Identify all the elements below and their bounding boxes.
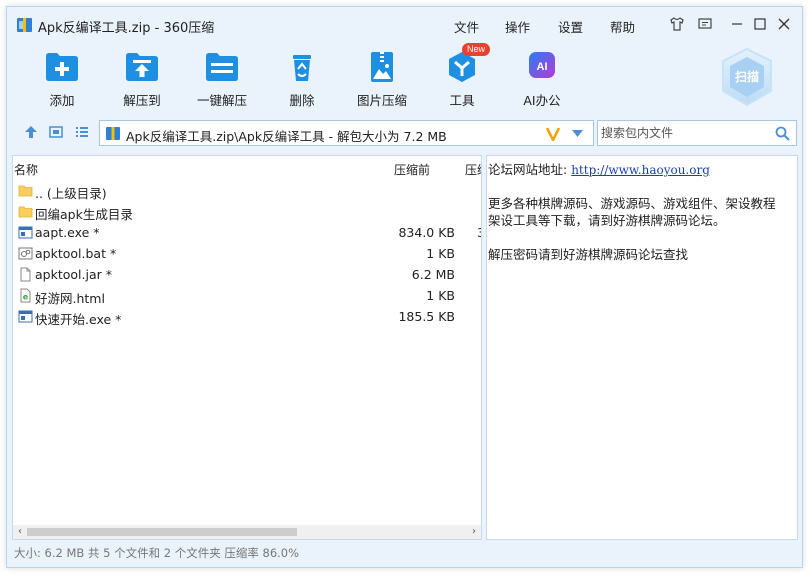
scroll-right-icon[interactable]: › [467, 525, 481, 539]
extract-folder-icon [126, 53, 158, 81]
menu-help[interactable]: 帮助 [610, 17, 635, 36]
image-compress-button[interactable]: 图片压缩 [347, 47, 417, 108]
one-click-extract-icon [206, 53, 238, 81]
file-row[interactable]: 回编apk生成目录 [13, 201, 481, 222]
maximize-icon[interactable] [752, 16, 768, 32]
search-icon[interactable] [775, 126, 790, 141]
html-icon: e [20, 288, 31, 303]
scan-shield-icon: 扫描 [722, 47, 772, 107]
delete-button[interactable]: 删除 [267, 47, 337, 108]
file-row[interactable]: 快速开始.exe * 185.5 KB [13, 306, 481, 327]
forum-label: 论坛网站地址: [488, 162, 568, 177]
delete-label: 删除 [289, 93, 315, 108]
column-header-after[interactable]: 压缩 [465, 161, 481, 178]
file-size: 185.5 KB [398, 309, 455, 324]
file-icon [20, 267, 31, 282]
file-name: apktool.bat * [35, 246, 117, 261]
recycle-bin-icon [293, 55, 311, 81]
title-bar: Apk反编译工具.zip - 360压缩 文件 操作 设置 帮助 [7, 7, 802, 43]
path-v-icon[interactable] [546, 127, 560, 141]
menu-operate[interactable]: 操作 [505, 17, 530, 36]
extract-to-button[interactable]: 解压到 [107, 47, 177, 108]
folder-icon [18, 206, 33, 218]
file-name: 好游网.html [35, 291, 105, 306]
file-name: aapt.exe * [35, 225, 100, 240]
scrollbar-thumb[interactable] [27, 528, 297, 536]
exe-icon [18, 310, 33, 323]
app-window: Apk反编译工具.zip - 360压缩 文件 操作 设置 帮助 添加 解压到 … [6, 6, 803, 568]
info-text: 解压密码请到好游棋牌源码论坛查找 [488, 247, 689, 262]
tools-button[interactable]: 工具 [427, 47, 497, 108]
ai-office-icon: AI [529, 52, 555, 78]
tools-label: 工具 [449, 93, 475, 108]
status-bar-text: 大小: 6.2 MB 共 5 个文件和 2 个文件夹 压缩率 86.0% [14, 546, 300, 560]
file-row[interactable]: .. (上级目录) [13, 180, 481, 201]
image-compress-label: 图片压缩 [356, 93, 407, 108]
ai-icon-text: AI [537, 61, 548, 73]
file-row[interactable]: e 好游网.html 1 KB [13, 285, 481, 306]
add-label: 添加 [49, 93, 75, 108]
scan-label: 扫描 [735, 69, 759, 84]
search-box[interactable] [597, 120, 797, 146]
extract-to-label: 解压到 [123, 93, 161, 108]
ai-office-label: AI办公 [523, 93, 561, 108]
folder-icon [18, 185, 33, 197]
add-folder-icon [46, 53, 78, 81]
file-list-pane[interactable]: 名称 压缩前 压缩 .. (上级目录) 回编apk生成目录 aa [12, 155, 482, 540]
up-arrow-icon[interactable] [24, 125, 38, 139]
forum-line: 论坛网站地址: http://www.haoyou.org [488, 159, 710, 178]
info-text: 架设工具等下载，请到好游棋牌源码论坛。 [488, 213, 726, 228]
horizontal-scrollbar[interactable]: ‹ › [13, 525, 481, 539]
file-name: .. (上级目录) [35, 186, 107, 201]
bat-icon [18, 247, 33, 260]
path-text: Apk反编译工具.zip\Apk反编译工具 - 解包大小为 7.2 MB [126, 129, 447, 144]
search-input[interactable] [601, 124, 761, 142]
scroll-left-icon[interactable]: ‹ [13, 525, 27, 539]
dropdown-arrow-icon[interactable] [572, 130, 583, 138]
file-name: apktool.jar * [35, 267, 112, 282]
window-title: Apk反编译工具.zip - 360压缩 [38, 21, 215, 36]
file-size: 1 KB [426, 246, 455, 261]
file-name: 回编apk生成目录 [35, 207, 133, 222]
minimize-icon[interactable] [729, 16, 745, 32]
file-row[interactable]: aapt.exe * 834.0 KB 3 [13, 222, 481, 243]
zip-app-icon [17, 18, 32, 32]
file-size: 1 KB [426, 288, 455, 303]
one-click-extract-label: 一键解压 [196, 93, 247, 108]
new-badge: New [462, 43, 490, 56]
file-name: 快速开始.exe * [35, 312, 122, 327]
exe-icon [18, 226, 33, 239]
feedback-icon[interactable] [697, 16, 713, 32]
ai-office-button[interactable]: AI AI办公 [507, 47, 577, 108]
close-icon[interactable] [776, 16, 792, 32]
column-header-before[interactable]: 压缩前 [394, 161, 430, 178]
svg-text:e: e [23, 293, 29, 302]
path-bar[interactable]: Apk反编译工具.zip\Apk反编译工具 - 解包大小为 7.2 MB [99, 120, 594, 146]
one-click-extract-button[interactable]: 一键解压 [187, 47, 257, 108]
scan-button[interactable]: 扫描 [719, 47, 775, 109]
zip-path-icon [106, 127, 120, 140]
file-row[interactable]: apktool.bat * 1 KB [13, 243, 481, 264]
column-header-name[interactable]: 名称 [14, 161, 38, 178]
thumbnail-view-icon[interactable] [49, 125, 63, 139]
image-compress-icon [371, 52, 393, 82]
comment-pane: 论坛网站地址: http://www.haoyou.org 更多各种棋牌源码、游… [486, 155, 798, 540]
forum-link[interactable]: http://www.haoyou.org [571, 163, 710, 177]
list-view-icon[interactable] [75, 125, 89, 139]
menu-file[interactable]: 文件 [454, 17, 479, 36]
menu-settings[interactable]: 设置 [558, 17, 583, 36]
file-row[interactable]: apktool.jar * 6.2 MB [13, 264, 481, 285]
file-size: 834.0 KB [398, 225, 455, 240]
skin-icon[interactable] [669, 16, 685, 32]
file-size: 6.2 MB [411, 267, 455, 282]
add-button[interactable]: 添加 [27, 47, 97, 108]
